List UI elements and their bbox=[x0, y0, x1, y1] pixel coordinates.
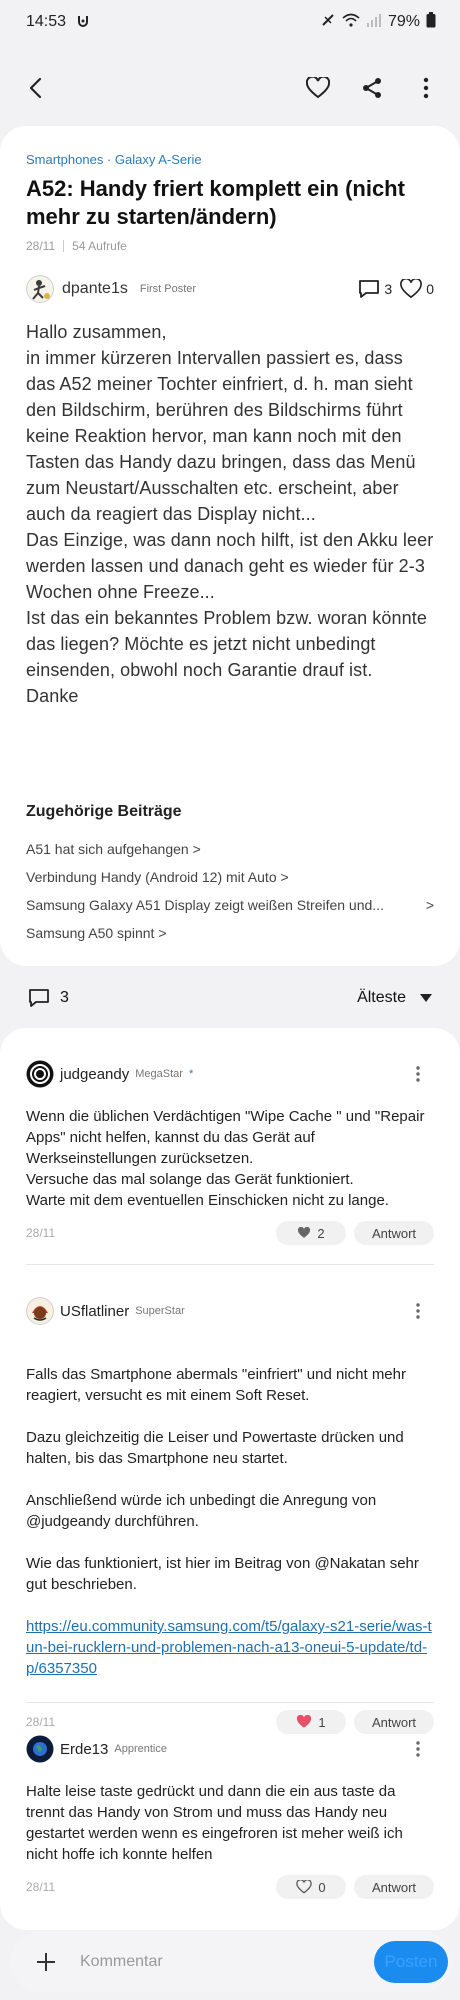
favorite-button[interactable] bbox=[302, 72, 334, 104]
comment-author-rank: Apprentice bbox=[114, 1743, 167, 1755]
comment-author[interactable]: judgeandy bbox=[60, 1066, 129, 1083]
related-post-item[interactable]: A51 hat sich aufgehangen > bbox=[26, 835, 434, 863]
like-button[interactable]: 0 bbox=[276, 1875, 346, 1899]
sort-dropdown[interactable]: Älteste bbox=[357, 989, 432, 1007]
mute-icon bbox=[320, 12, 336, 33]
plus-icon bbox=[37, 1953, 55, 1971]
caret-down-icon bbox=[420, 994, 432, 1002]
share-icon bbox=[363, 78, 381, 98]
comment-icon bbox=[359, 280, 380, 298]
author-row: dpante1s First Poster 3 0 bbox=[26, 275, 434, 303]
heart-icon bbox=[306, 77, 330, 99]
author-name[interactable]: dpante1s bbox=[62, 280, 128, 298]
status-time: 14:53 bbox=[26, 13, 67, 30]
meta-divider bbox=[63, 240, 65, 252]
related-post-item[interactable]: Samsung Galaxy A51 Display zeigt weißen … bbox=[26, 891, 434, 919]
comments-count-value: 3 bbox=[60, 989, 69, 1006]
avatar[interactable] bbox=[26, 1735, 54, 1763]
related-post-item[interactable]: Verbindung Handy (Android 12) mit Auto > bbox=[26, 863, 434, 891]
related-posts-title: Zugehörige Beiträge bbox=[26, 803, 182, 820]
comment-author-rank: SuperStar bbox=[135, 1305, 185, 1317]
heart-icon bbox=[296, 1880, 313, 1894]
share-button[interactable] bbox=[356, 72, 388, 104]
add-attachment-button[interactable] bbox=[30, 1946, 62, 1978]
comment-body: Falls das Smartphone abermals "einfriert… bbox=[26, 1343, 434, 1700]
status-bar: 14:53 79% bbox=[0, 0, 460, 44]
post-button[interactable]: Posten bbox=[374, 1941, 448, 1983]
like-count-value: 0 bbox=[426, 281, 434, 297]
comments-sort-bar: 3 Älteste bbox=[0, 972, 460, 1024]
related-post-label: Verbindung Handy (Android 12) mit Auto bbox=[26, 869, 277, 885]
post-body: Hallo zusammen, in immer kürzeren Interv… bbox=[26, 322, 434, 706]
post-title: A52: Handy friert komplett ein (nicht me… bbox=[26, 176, 405, 229]
comment-composer: Posten bbox=[10, 1932, 452, 1992]
breadcrumb[interactable]: Smartphones · Galaxy A-Serie bbox=[26, 152, 434, 167]
more-vertical-icon bbox=[416, 1741, 420, 1757]
comment-text: Falls das Smartphone abermals "einfriert… bbox=[26, 1366, 419, 1593]
related-post-item[interactable]: Samsung A50 spinnt > bbox=[26, 919, 434, 947]
post-card: Smartphones · Galaxy A-Serie A52: Handy … bbox=[0, 126, 460, 966]
comment-item: judgeandy MegaStar * Wenn die üblichen V… bbox=[26, 1028, 434, 1264]
comment-author[interactable]: Erde13 bbox=[60, 1741, 108, 1758]
chevron-right-icon: > bbox=[158, 925, 167, 941]
post-comment-count[interactable]: 3 bbox=[358, 279, 392, 299]
comments-count: 3 bbox=[28, 988, 69, 1008]
related-post-label: Samsung Galaxy A51 Display zeigt weißen … bbox=[26, 897, 384, 913]
like-count: 0 bbox=[318, 1879, 326, 1895]
comment-item: Erde13 Apprentice Halte leise taste gedr… bbox=[26, 1702, 434, 1902]
reply-button[interactable]: Antwort bbox=[354, 1875, 434, 1899]
comment-date: 28/11 bbox=[26, 1880, 56, 1894]
more-vertical-icon bbox=[416, 1303, 420, 1319]
reply-button[interactable]: Antwort bbox=[354, 1221, 434, 1245]
battery-level: 79% bbox=[387, 13, 420, 30]
comments-card: judgeandy MegaStar * Wenn die üblichen V… bbox=[0, 1028, 460, 1930]
post-like-count[interactable]: 0 bbox=[400, 279, 434, 299]
more-options-button[interactable] bbox=[410, 72, 442, 104]
back-button[interactable] bbox=[20, 72, 52, 104]
related-post-label: A51 hat sich aufgehangen bbox=[26, 841, 189, 857]
heart-icon bbox=[400, 279, 423, 299]
related-posts-list: A51 hat sich aufgehangen > Verbindung Ha… bbox=[26, 835, 434, 947]
more-vertical-icon bbox=[423, 77, 429, 99]
related-posts: Zugehörige Beiträge A51 hat sich aufgeha… bbox=[26, 803, 434, 947]
related-post-label: Samsung A50 spinnt bbox=[26, 925, 155, 941]
author-rank: First Poster bbox=[139, 283, 197, 295]
comment-input[interactable] bbox=[80, 1953, 340, 1971]
app-bar bbox=[0, 60, 460, 116]
sort-label: Älteste bbox=[357, 989, 406, 1006]
chevron-right-icon: > bbox=[425, 897, 434, 913]
battery-icon bbox=[426, 11, 436, 33]
back-icon bbox=[29, 77, 42, 99]
comment-body: Wenn die üblichen Verdächtigen "Wipe Cac… bbox=[26, 1108, 425, 1209]
wifi-icon bbox=[342, 13, 360, 32]
avatar[interactable] bbox=[26, 1297, 54, 1325]
chevron-right-icon: > bbox=[192, 841, 201, 857]
comment-more-button[interactable] bbox=[402, 1295, 434, 1327]
rank-star: * bbox=[188, 1068, 194, 1080]
chevron-right-icon: > bbox=[280, 869, 289, 885]
comment-date: 28/11 bbox=[26, 1226, 56, 1240]
notification-icon bbox=[76, 13, 90, 32]
more-vertical-icon bbox=[416, 1066, 420, 1082]
heart-filled-icon bbox=[298, 1227, 311, 1238]
comment-icon bbox=[29, 989, 49, 1007]
comment-author-rank: MegaStar bbox=[135, 1068, 183, 1080]
comment-count-value: 3 bbox=[384, 281, 393, 297]
avatar[interactable] bbox=[26, 275, 54, 303]
like-button[interactable]: 2 bbox=[276, 1221, 346, 1245]
post-views: 54 Aufrufe bbox=[72, 239, 127, 253]
avatar[interactable] bbox=[26, 1060, 54, 1088]
post-date: 28/11 bbox=[26, 239, 56, 253]
comment-body: Halte leise taste gedrückt und dann die … bbox=[26, 1783, 403, 1863]
comment-item: USflatliner SuperStar Falls das Smartpho… bbox=[26, 1264, 434, 1734]
comment-more-button[interactable] bbox=[402, 1733, 434, 1765]
comment-link[interactable]: https://eu.community.samsung.com/t5/gala… bbox=[26, 1618, 432, 1677]
comment-author[interactable]: USflatliner bbox=[60, 1303, 129, 1320]
post-meta: 28/11 54 Aufrufe bbox=[26, 239, 434, 253]
like-count: 2 bbox=[317, 1225, 325, 1241]
comment-more-button[interactable] bbox=[402, 1058, 434, 1090]
signal-icon bbox=[366, 13, 382, 32]
